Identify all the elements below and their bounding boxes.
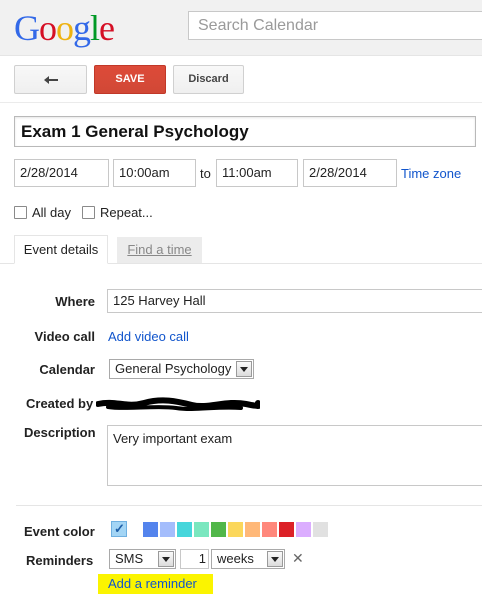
video-call-label: Video call	[34, 329, 95, 344]
calendar-select[interactable]: General Psychology	[109, 359, 254, 379]
event-color-label: Event color	[24, 524, 95, 539]
time-zone-link[interactable]: Time zone	[401, 166, 461, 181]
to-label: to	[200, 166, 211, 181]
calendar-label: Calendar	[39, 362, 95, 377]
logo-letter: G	[14, 8, 40, 48]
color-swatch-selected[interactable]: ✓	[111, 521, 127, 537]
reminder-method-value: SMS	[115, 551, 144, 566]
all-day-checkbox[interactable]	[14, 206, 27, 219]
add-reminder-link[interactable]: Add a reminder	[98, 574, 213, 594]
reminder-unit-select[interactable]: weeks	[211, 549, 285, 569]
where-label: Where	[55, 294, 95, 309]
reminder-method-select[interactable]: SMS	[109, 549, 176, 569]
chevron-down-icon	[158, 551, 174, 567]
reminder-unit-value: weeks	[217, 551, 254, 566]
back-arrow-icon	[43, 76, 58, 84]
logo-letter: e	[99, 8, 115, 48]
color-swatch[interactable]	[194, 522, 209, 537]
color-swatch[interactable]	[160, 522, 175, 537]
color-swatch[interactable]	[177, 522, 192, 537]
color-swatch[interactable]	[296, 522, 311, 537]
toolbar-divider	[0, 102, 482, 103]
color-swatch[interactable]	[262, 522, 277, 537]
add-video-call-link[interactable]: Add video call	[108, 329, 189, 344]
close-icon[interactable]: ✕	[292, 550, 304, 567]
google-logo[interactable]: Google	[14, 8, 115, 48]
checkmark-icon: ✓	[114, 521, 125, 536]
color-swatch[interactable]	[143, 522, 158, 537]
color-swatch[interactable]	[245, 522, 260, 537]
event-title-input[interactable]: Exam 1 General Psychology	[14, 116, 476, 147]
logo-letter: g	[73, 8, 91, 48]
chevron-down-icon	[267, 551, 283, 567]
where-input[interactable]: 125 Harvey Hall	[107, 289, 482, 313]
chevron-down-icon	[236, 361, 252, 377]
description-textarea[interactable]: Very important exam	[107, 425, 482, 486]
discard-button[interactable]: Discard	[173, 65, 244, 94]
color-swatch[interactable]	[313, 522, 328, 537]
save-button[interactable]: SAVE	[94, 65, 166, 94]
logo-letter: o	[56, 8, 74, 48]
logo-letter: o	[39, 8, 57, 48]
all-day-label[interactable]: All day	[32, 205, 71, 220]
search-input[interactable]: Search Calendar	[188, 11, 482, 40]
end-time-input[interactable]: 11:00am	[216, 159, 298, 187]
reminders-label: Reminders	[26, 553, 94, 568]
repeat-checkbox[interactable]	[82, 206, 95, 219]
back-button[interactable]	[14, 65, 87, 94]
end-date-input[interactable]: 2/28/2014	[303, 159, 397, 187]
color-swatch[interactable]	[279, 522, 294, 537]
tab-event-details[interactable]: Event details	[14, 235, 108, 264]
repeat-label[interactable]: Repeat...	[100, 205, 153, 220]
description-label: Description	[24, 425, 96, 440]
start-date-input[interactable]: 2/28/2014	[14, 159, 109, 187]
start-time-input[interactable]: 10:00am	[113, 159, 196, 187]
color-swatch[interactable]	[211, 522, 226, 537]
redaction-scribble	[96, 397, 260, 411]
tab-find-a-time[interactable]: Find a time	[117, 237, 202, 263]
reminder-amount-input[interactable]: 1	[180, 549, 209, 569]
color-swatch[interactable]	[228, 522, 243, 537]
logo-letter: l	[90, 8, 100, 48]
calendar-select-value: General Psychology	[115, 361, 232, 376]
created-by-label: Created by	[26, 396, 94, 411]
section-divider	[16, 505, 482, 506]
